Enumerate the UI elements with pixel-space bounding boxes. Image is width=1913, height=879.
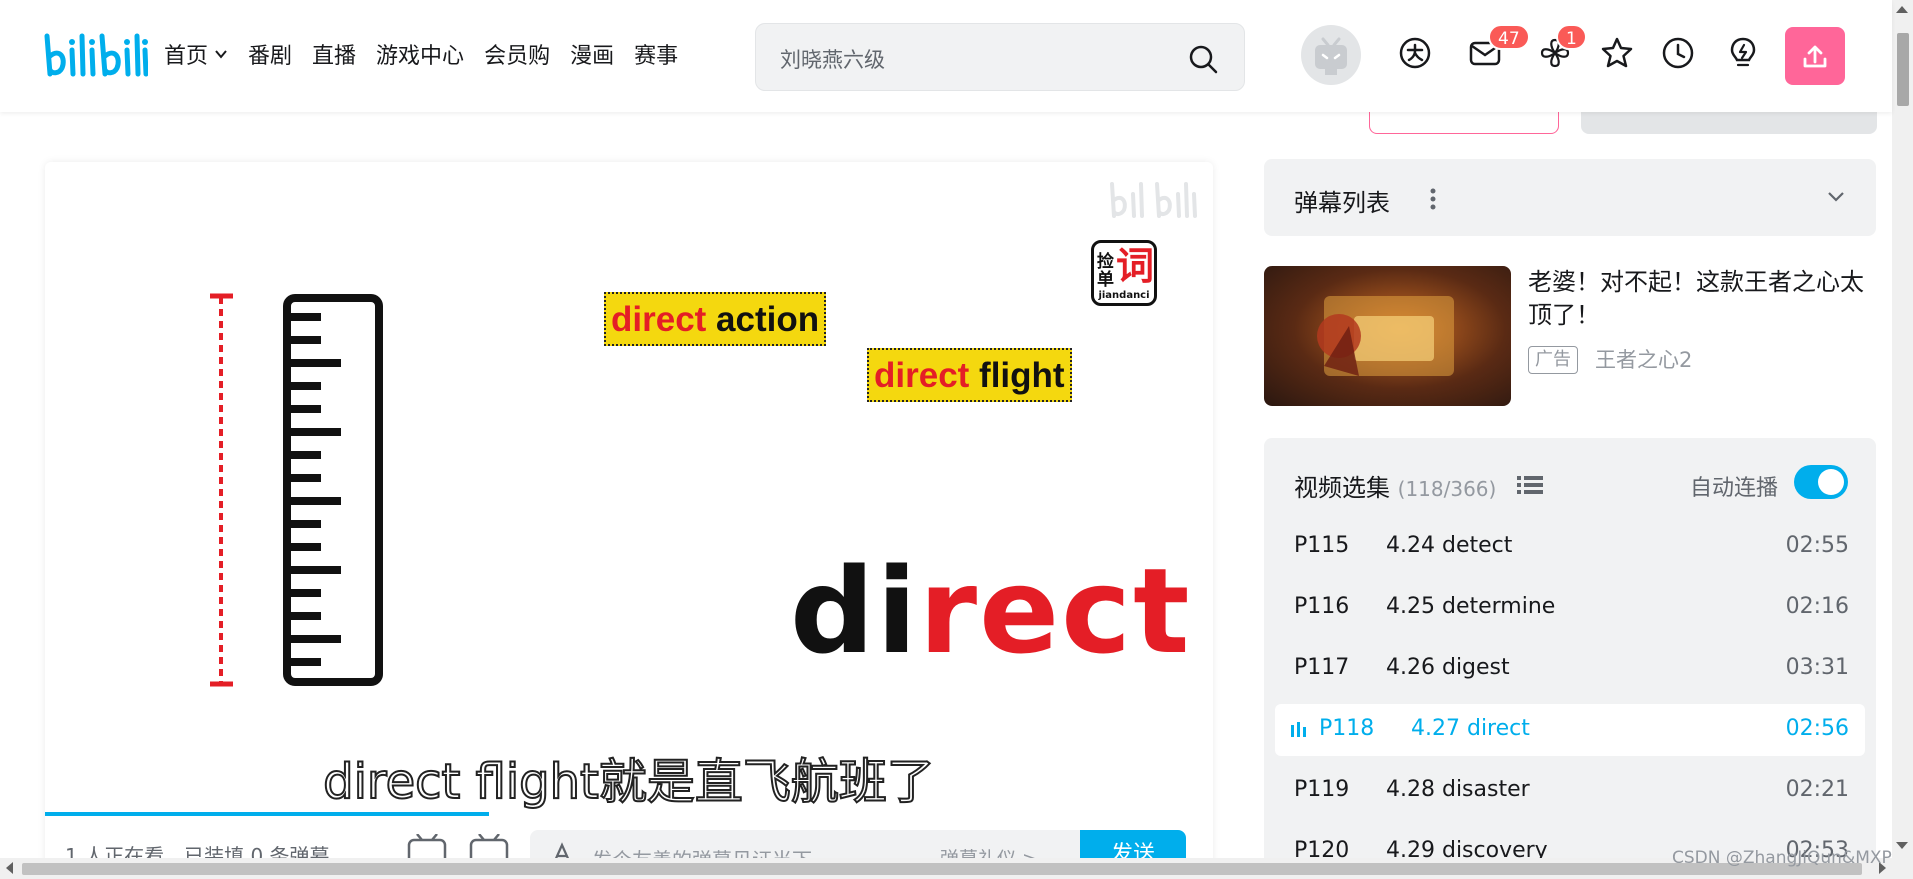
chevron-down-icon[interactable] <box>1826 187 1846 207</box>
list-view-icon[interactable] <box>1517 474 1543 496</box>
tv-avatar-icon <box>1315 37 1347 75</box>
main-nav: 首页 番剧 直播 游戏中心 会员购 漫画 赛事 <box>164 38 698 70</box>
vertical-scroll-thumb[interactable] <box>1897 33 1909 106</box>
csdn-watermark: CSDN @ZhangJiQun&MXP <box>1672 848 1892 868</box>
episode-item-active[interactable]: P118 4.27 direct 02:56 <box>1275 704 1865 756</box>
scroll-left-arrow[interactable] <box>6 862 13 874</box>
nav-home[interactable]: 首页 <box>164 38 228 70</box>
episode-code: P115 <box>1294 533 1350 558</box>
creation-center-icon[interactable] <box>1726 36 1760 70</box>
episode-duration: 02:56 <box>1785 716 1849 741</box>
upload-icon <box>1803 45 1827 68</box>
ad-advertiser: 王者之心2 <box>1595 348 1693 372</box>
episode-title: 4.28 disaster <box>1386 777 1530 802</box>
tag-direct-flight: direct flight <box>867 348 1072 402</box>
bilibili-watermark <box>1108 180 1198 220</box>
episode-title: 4.25 determine <box>1386 594 1556 619</box>
episode-duration: 02:21 <box>1785 777 1849 802</box>
favorites-icon[interactable] <box>1600 36 1634 70</box>
horizontal-scrollbar[interactable] <box>0 858 1892 879</box>
episode-title: 4.24 detect <box>1386 533 1513 558</box>
nav-manga[interactable]: 漫画 <box>570 38 614 70</box>
jiandanci-logo: 捡单 词 jiandanci <box>1091 240 1157 306</box>
search-box[interactable]: 刘晓燕六级 <box>755 23 1245 91</box>
scroll-down-arrow[interactable] <box>1896 842 1908 849</box>
search-icon[interactable] <box>1188 44 1218 74</box>
video-frame[interactable]: 捡单 词 jiandanci direct action direct flig… <box>45 162 1213 812</box>
danmaku-list-panel[interactable]: 弹幕列表 <box>1264 159 1876 236</box>
ad-card[interactable]: 老婆！对不起！这款王者之心太顶了！ 广告 王者之心2 <box>1264 266 1876 408</box>
episode-title: 4.27 direct <box>1411 716 1530 741</box>
video-player[interactable]: 捡单 词 jiandanci direct action direct flig… <box>45 162 1213 879</box>
ad-title[interactable]: 老婆！对不起！这款王者之心太顶了！ <box>1528 266 1876 332</box>
more-icon[interactable] <box>1429 187 1437 211</box>
avatar[interactable] <box>1301 25 1361 85</box>
jd-logo-top: 捡单 <box>1097 252 1114 290</box>
tag-direct-action: direct action <box>604 292 827 346</box>
jd-logo-main: 词 <box>1116 244 1155 288</box>
search-input[interactable]: 刘晓燕六级 <box>780 44 885 74</box>
scroll-up-arrow[interactable] <box>1896 6 1908 13</box>
big-member-icon[interactable] <box>1398 36 1432 70</box>
big-word-direct: direct <box>790 542 1192 680</box>
ad-badge: 广告 <box>1528 346 1578 374</box>
episode-item[interactable]: P116 4.25 determine 02:16 <box>1275 582 1865 634</box>
danmaku-list-title: 弹幕列表 <box>1294 189 1390 217</box>
episode-code: P119 <box>1294 777 1350 802</box>
nav-game-center[interactable]: 游戏中心 <box>376 38 464 70</box>
jd-logo-en: jiandanci <box>1098 290 1150 301</box>
nav-anime[interactable]: 番剧 <box>248 38 292 70</box>
nav-home-label: 首页 <box>164 44 209 69</box>
video-subtitle: direct flight就是直飞航班了 <box>322 753 936 811</box>
playlist-title: 视频选集 <box>1294 474 1390 502</box>
playing-icon <box>1291 722 1306 737</box>
episode-title: 4.26 digest <box>1386 655 1510 680</box>
episode-item[interactable]: P119 4.28 disaster 02:21 <box>1275 765 1865 817</box>
episode-duration: 02:55 <box>1785 533 1849 558</box>
episode-item[interactable]: P117 4.26 digest 03:31 <box>1275 643 1865 695</box>
episode-code: P118 <box>1319 716 1375 741</box>
auto-play-toggle[interactable] <box>1794 465 1848 499</box>
vertical-scrollbar[interactable] <box>1892 0 1913 879</box>
episode-item[interactable]: P115 4.24 detect 02:55 <box>1275 521 1865 573</box>
episode-duration: 02:16 <box>1785 594 1849 619</box>
toggle-knob <box>1818 469 1844 495</box>
episode-code: P116 <box>1294 594 1350 619</box>
bilibili-video-page: 首页 番剧 直播 游戏中心 会员购 漫画 赛事 刘晓燕六级 47 1 捡 单 词… <box>0 0 1913 879</box>
chevron-down-icon <box>215 50 227 59</box>
episode-code: P117 <box>1294 655 1350 680</box>
video-episodes-panel: 视频选集 (118/366) 自动连播 P115 4.24 detect 02:… <box>1264 438 1876 879</box>
message-badge: 47 <box>1488 24 1530 50</box>
ruler-illustration <box>210 293 383 687</box>
top-header: 首页 番剧 直播 游戏中心 会员购 漫画 赛事 刘晓燕六级 47 1 <box>0 0 1892 112</box>
episode-duration: 03:31 <box>1785 655 1849 680</box>
playlist-header: 视频选集 (118/366) <box>1294 468 1496 503</box>
history-icon[interactable] <box>1661 36 1695 70</box>
horizontal-scroll-thumb[interactable] <box>22 863 1862 875</box>
nav-esports[interactable]: 赛事 <box>634 38 678 70</box>
upload-button[interactable] <box>1785 27 1845 85</box>
nav-member-shop[interactable]: 会员购 <box>484 38 550 70</box>
bilibili-logo[interactable] <box>42 30 148 80</box>
ad-image <box>1317 296 1454 376</box>
ad-thumbnail[interactable] <box>1264 266 1511 406</box>
dynamic-badge: 1 <box>1556 24 1587 50</box>
nav-live[interactable]: 直播 <box>312 38 356 70</box>
playlist-count: (118/366) <box>1397 477 1497 501</box>
auto-play-label: 自动连播 <box>1690 476 1779 501</box>
